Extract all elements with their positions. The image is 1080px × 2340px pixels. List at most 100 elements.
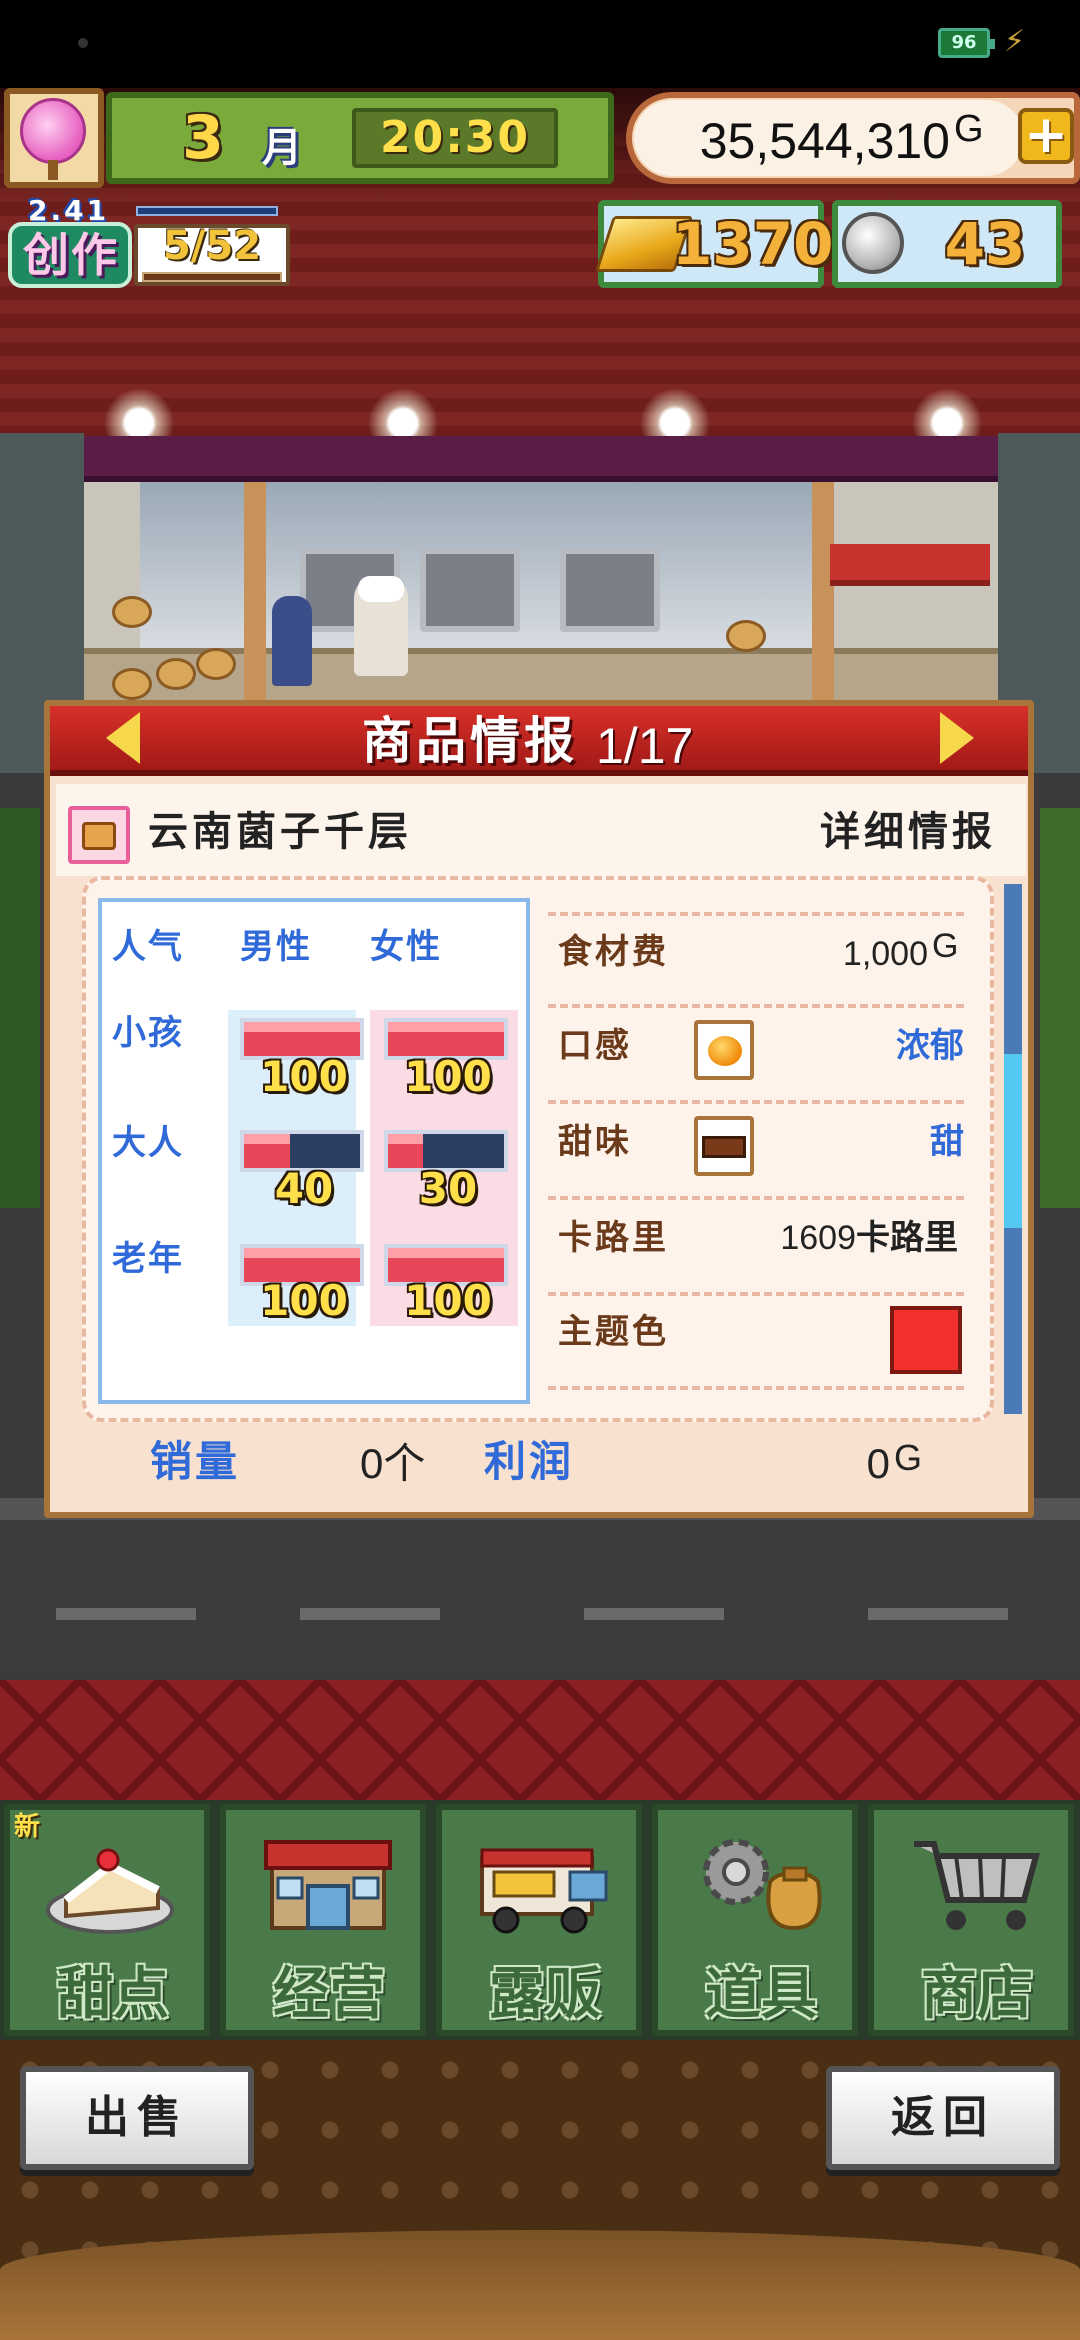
sales-value: 0个 (360, 1440, 426, 1487)
cake-slice-icon (82, 822, 116, 850)
cake-icon (46, 1848, 174, 1934)
gear-bag-icon (703, 1839, 822, 1931)
prev-arrow-icon[interactable] (106, 712, 140, 764)
carpet (0, 1680, 1080, 1800)
nav-label-vendor: 露贩 (489, 1962, 601, 2027)
sell-button[interactable]: 出售 (20, 2066, 254, 2170)
value-child-male: 100 (260, 1052, 348, 1101)
row-label-senior: 老年 (112, 1239, 184, 1279)
calorie-unit: 卡路里 (856, 1218, 958, 1258)
silver-coin-icon (842, 212, 904, 274)
female-header: 女性 (370, 927, 442, 967)
profit-label: 利润 (484, 1437, 575, 1486)
divider (548, 1386, 964, 1390)
stall-awning (830, 544, 990, 586)
lane-marking (56, 1608, 196, 1620)
customer-sprite (272, 596, 312, 686)
divider (548, 1196, 964, 1200)
bottom-wood (0, 2230, 1080, 2340)
shop-awning (42, 436, 1036, 482)
row-label-child: 小孩 (112, 1013, 184, 1053)
new-badge: 新 (14, 1812, 41, 1842)
theme-color-label: 主题色 (558, 1312, 669, 1352)
status-bar (0, 0, 1080, 88)
bread (112, 596, 152, 628)
road (0, 1520, 1080, 1670)
camera-dot (78, 38, 88, 48)
oven (560, 548, 660, 632)
create-progress-bar (136, 206, 278, 216)
lane-marking (584, 1608, 724, 1620)
cost-label: 食材费 (558, 932, 669, 972)
sales-label: 销量 (150, 1437, 241, 1486)
value-adult-female: 30 (418, 1164, 478, 1213)
calorie-value: 1609 (780, 1219, 856, 1257)
nav-label-dessert: 甜点 (57, 1962, 169, 2027)
money-value: 35,544,310 (699, 113, 950, 169)
chef-hat (358, 576, 404, 602)
month-number: 3 (182, 103, 224, 173)
next-arrow-icon[interactable] (940, 712, 974, 764)
value-adult-male: 40 (274, 1164, 334, 1213)
bread (726, 620, 766, 652)
nav-tab-manage[interactable]: 经营 (220, 1804, 426, 2036)
cherry-tree-icon (20, 98, 86, 164)
cost-value: 1,000 (842, 935, 928, 973)
product-name: 云南菌子千层 (148, 809, 412, 855)
nav-tab-store[interactable]: 商店 (868, 1804, 1074, 2036)
texture-value: 浓郁 (896, 1026, 964, 1066)
texture-label: 口感 (558, 1026, 632, 1066)
tree (1040, 808, 1080, 1208)
month-label: 月 (262, 125, 302, 171)
sweet-value: 甜 (930, 1122, 964, 1162)
charging-bolt-icon: ⚡ (1004, 24, 1026, 59)
bread (112, 668, 152, 700)
dialog-title: 商品情报 (362, 712, 578, 770)
tree (0, 808, 40, 1208)
profit-value: 0 (866, 1440, 890, 1487)
divider (548, 1100, 964, 1104)
nav-label-store: 商店 (921, 1962, 1033, 2027)
profit-unit: G (894, 1437, 923, 1478)
create-count: 5/52 (162, 223, 262, 269)
row-label-adult: 大人 (112, 1123, 184, 1163)
create-progress-bottom (142, 272, 282, 282)
scrollbar-thumb[interactable] (1004, 1054, 1022, 1228)
divider (548, 1292, 964, 1296)
battery-indicator: 96 (938, 28, 995, 58)
nav-label-manage: 经营 (273, 1962, 385, 2027)
nav-label-items: 道具 (705, 1962, 817, 2027)
coin-value: 43 (944, 210, 1026, 278)
theme-color-swatch (890, 1306, 962, 1374)
divider (548, 1004, 964, 1008)
sweet-label: 甜味 (558, 1122, 632, 1162)
lane-marking (868, 1608, 1008, 1620)
nav-tab-items[interactable]: 道具 (652, 1804, 858, 2036)
lane-marking (300, 1608, 440, 1620)
food-truck-icon (480, 1848, 608, 1934)
bread (156, 658, 196, 690)
value-senior-male: 100 (260, 1276, 348, 1325)
back-button[interactable]: 返回 (826, 2066, 1060, 2170)
value-child-female: 100 (404, 1052, 492, 1101)
value-senior-female: 100 (404, 1276, 492, 1325)
clock-time: 20:30 (379, 112, 531, 163)
popularity-header: 人气 (112, 927, 184, 967)
texture-ball-icon (708, 1036, 742, 1066)
calorie-label: 卡路里 (558, 1218, 669, 1258)
divider (548, 912, 964, 916)
nav-tab-vendor[interactable]: 露贩 (436, 1804, 642, 2036)
add-money-button[interactable]: + (1018, 108, 1074, 164)
detail-info-link[interactable]: 详细情报 (800, 800, 996, 864)
money-unit: G (954, 108, 984, 150)
tree-trunk (48, 160, 58, 180)
oven (420, 548, 520, 632)
gold-value: 1370 (672, 210, 834, 278)
bread (196, 648, 236, 680)
shopping-cart-icon (914, 1841, 1040, 1930)
dialog-page: 1/17 (596, 718, 694, 774)
cost-unit: G (932, 927, 959, 965)
shop-building-icon (264, 1840, 392, 1930)
male-header: 男性 (240, 927, 312, 967)
chocolate-bar-icon (702, 1136, 746, 1158)
